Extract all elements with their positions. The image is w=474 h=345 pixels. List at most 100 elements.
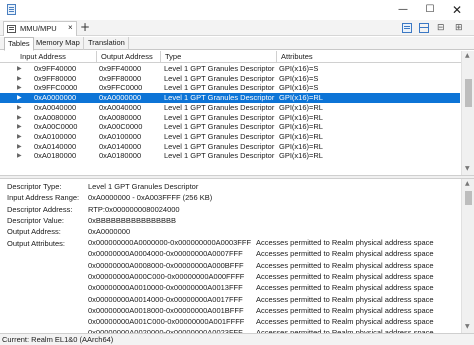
attributes-cell: GPI(x16)=RL bbox=[279, 112, 323, 122]
column-header-output-address[interactable]: Output Address bbox=[101, 52, 153, 61]
attribute-range: 0x00000000A001C000-0x00000000A001FFFF bbox=[88, 317, 245, 327]
tab-translation[interactable]: Translation bbox=[85, 37, 129, 50]
input-address-cell: 0xA0180000 bbox=[34, 151, 77, 161]
attributes-cell: GPI(x16)=RL bbox=[279, 131, 323, 141]
detail-value: RTP:0x0000000080024000 bbox=[88, 204, 180, 214]
column-header-attributes[interactable]: Attributes bbox=[281, 52, 313, 61]
output-address-cell: 0xA0180000 bbox=[99, 151, 142, 161]
document-list-icon bbox=[7, 4, 16, 15]
scrollbar-thumb[interactable] bbox=[465, 79, 472, 107]
input-address-cell: 0xA00C0000 bbox=[34, 122, 78, 132]
attribute-range: 0x00000000A0010000-0x00000000A0013FFF bbox=[88, 283, 243, 293]
scrollbar-thumb[interactable] bbox=[465, 191, 472, 205]
expand-row-icon[interactable]: ▶ bbox=[17, 93, 22, 103]
scroll-down-icon[interactable]: ▼ bbox=[465, 323, 470, 330]
details-view-icon[interactable] bbox=[402, 23, 412, 33]
detail-label: Descriptor Type: bbox=[7, 182, 62, 191]
table-view-icon[interactable] bbox=[419, 23, 429, 33]
input-address-cell: 0xA0040000 bbox=[34, 102, 77, 112]
tab-close-icon[interactable]: × bbox=[68, 23, 73, 32]
expand-row-icon[interactable]: ▶ bbox=[17, 113, 22, 123]
output-address-cell: 0xA0100000 bbox=[99, 131, 142, 141]
translation-table: Input Address Output Address Type Attrib… bbox=[0, 51, 474, 175]
attributes-cell: GPI(x16)=S bbox=[279, 64, 319, 73]
table-row[interactable]: ▶ 0xA0100000 0xA0100000 Level 1 GPT Granule… bbox=[0, 132, 460, 142]
type-cell: Level 1 GPT Granules Descriptor bbox=[164, 73, 275, 83]
close-icon[interactable]: ✕ bbox=[447, 2, 467, 18]
input-address-cell: 0x9FF40000 bbox=[34, 64, 77, 73]
detail-label: Descriptor Address: bbox=[7, 204, 73, 214]
output-address-cell: 0x9FF40000 bbox=[99, 64, 142, 73]
table-row[interactable]: ▶ 0x9FF40000 0x9FF40000 Level 1 GPT Granule… bbox=[0, 64, 460, 74]
type-cell: Level 1 GPT Granules Descriptor bbox=[164, 151, 275, 161]
expand-row-icon[interactable]: ▶ bbox=[17, 74, 22, 84]
status-text: Current: Realm EL1&0 (AArch64) bbox=[2, 335, 114, 344]
scroll-down-icon[interactable]: ▼ bbox=[465, 165, 470, 172]
view-tab-bar: MMU/MPU × + ⊟ ⊞ bbox=[0, 20, 474, 36]
output-address-cell: 0xA0080000 bbox=[99, 112, 142, 122]
table-row[interactable]: ▶ 0xA0080000 0xA0080000 Level 1 GPT Granule… bbox=[0, 113, 460, 123]
table-row[interactable]: ▶ 0xA0140000 0xA0140000 Level 1 GPT Granule… bbox=[0, 142, 460, 152]
tab-tables[interactable]: Tables bbox=[4, 37, 34, 51]
table-row[interactable]: ▶ 0xA0040000 0xA0040000 Level 1 GPT Granule… bbox=[0, 103, 460, 113]
attribute-description: Accesses permitted to Realm physical add… bbox=[256, 260, 434, 270]
detail-value: 0xA0000000 - 0xA003FFFF (256 KB) bbox=[88, 193, 213, 203]
expand-row-icon[interactable]: ▶ bbox=[17, 132, 22, 142]
details-scrollbar[interactable]: ▲ ▼ bbox=[461, 179, 474, 333]
input-address-cell: 0xA0100000 bbox=[34, 131, 77, 141]
maximize-icon[interactable]: ☐ bbox=[420, 2, 440, 18]
table-scrollbar[interactable]: ▲ ▼ bbox=[461, 51, 474, 175]
output-address-cell: 0xA0040000 bbox=[99, 102, 142, 112]
column-header-input-address[interactable]: Input Address bbox=[20, 52, 66, 61]
type-cell: Level 1 GPT Granules Descriptor bbox=[164, 141, 275, 151]
attributes-cell: GPI(x16)=RL bbox=[279, 122, 323, 132]
column-divider[interactable] bbox=[96, 51, 97, 63]
type-cell: Level 1 GPT Granules Descriptor bbox=[164, 64, 275, 73]
attribute-description: Accesses permitted to Realm physical add… bbox=[256, 317, 434, 327]
expand-row-icon[interactable]: ▶ bbox=[17, 64, 22, 74]
attribute-range: 0x00000000A0004000-0x00000000A0007FFF bbox=[88, 249, 243, 259]
type-cell: Level 1 GPT Granules Descriptor bbox=[164, 112, 275, 122]
expand-row-icon[interactable]: ▶ bbox=[17, 122, 22, 132]
attributes-cell: GPI(x16)=S bbox=[279, 73, 319, 83]
tab-label: MMU/MPU bbox=[20, 24, 57, 33]
expand-row-icon[interactable]: ▶ bbox=[17, 151, 22, 161]
expand-row-icon[interactable]: ▶ bbox=[17, 103, 22, 113]
attributes-cell: GPI(x16)=RL bbox=[279, 151, 323, 161]
type-cell: Level 1 GPT Granules Descriptor bbox=[164, 122, 275, 132]
expand-row-icon[interactable]: ▶ bbox=[17, 142, 22, 152]
attributes-cell: GPI(x16)=S bbox=[279, 83, 319, 93]
collapse-all-icon[interactable]: ⊟ bbox=[437, 23, 447, 33]
column-divider[interactable] bbox=[276, 51, 277, 63]
table-row[interactable]: ▶ 0xA00C0000 0xA00C0000 Level 1 GPT Granule… bbox=[0, 122, 460, 132]
attribute-range: 0x00000000A0014000-0x00000000A0017FFF bbox=[88, 294, 243, 304]
input-address-cell: 0xA0080000 bbox=[34, 112, 77, 122]
expand-all-icon[interactable]: ⊞ bbox=[455, 23, 465, 33]
view-list-icon bbox=[7, 25, 16, 33]
column-header-type[interactable]: Type bbox=[165, 52, 181, 61]
status-bar: Current: Realm EL1&0 (AArch64) bbox=[0, 333, 474, 345]
scroll-up-icon[interactable]: ▲ bbox=[465, 180, 470, 187]
tab-memory-map[interactable]: Memory Map bbox=[33, 37, 84, 50]
type-cell: Level 1 GPT Granules Descriptor bbox=[164, 131, 275, 141]
add-tab-button[interactable]: + bbox=[80, 20, 90, 35]
input-address-cell: 0x9FF80000 bbox=[34, 73, 77, 83]
detail-value: 0xBBBBBBBBBBBBBBBB bbox=[88, 215, 176, 225]
expand-row-icon[interactable]: ▶ bbox=[17, 83, 22, 93]
table-row[interactable]: ▶ 0x9FFC0000 0x9FFC0000 Level 1 GPT Granule… bbox=[0, 83, 460, 93]
table-row[interactable]: ▶ 0x9FF80000 0x9FF80000 Level 1 GPT Granule… bbox=[0, 74, 460, 84]
minimize-icon[interactable]: — bbox=[393, 2, 413, 18]
attribute-range: 0x00000000A0018000-0x00000000A001BFFF bbox=[88, 305, 244, 315]
type-cell: Level 1 GPT Granules Descriptor bbox=[164, 83, 275, 93]
detail-label: Output Attributes: bbox=[7, 238, 65, 248]
attribute-description: Accesses permitted to Realm physical add… bbox=[256, 271, 434, 281]
attributes-cell: GPI(x16)=RL bbox=[279, 93, 323, 103]
scroll-up-icon[interactable]: ▲ bbox=[465, 52, 470, 59]
column-divider[interactable] bbox=[160, 51, 161, 63]
table-row[interactable]: ▶ 0xA0000000 0xA0000000 Level 1 GPT Granule… bbox=[0, 93, 460, 103]
output-address-cell: 0xA0140000 bbox=[99, 141, 142, 151]
attribute-description: Accesses permitted to Realm physical add… bbox=[256, 249, 434, 259]
table-row[interactable]: ▶ 0xA0180000 0xA0180000 Level 1 GPT Granule… bbox=[0, 151, 460, 161]
tab-mmu-mpu[interactable]: MMU/MPU × bbox=[3, 21, 77, 36]
input-address-cell: 0x9FFC0000 bbox=[34, 83, 78, 93]
